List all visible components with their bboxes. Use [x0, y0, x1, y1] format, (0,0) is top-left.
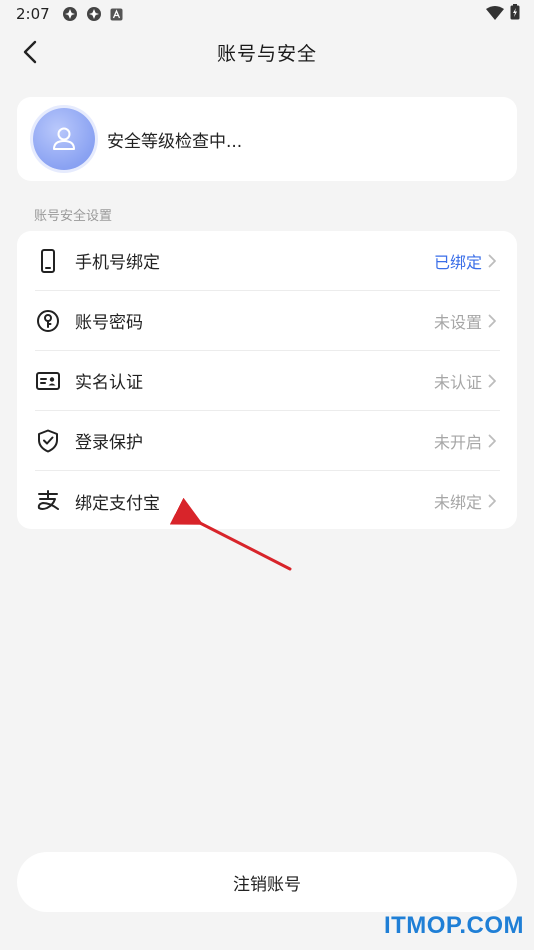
setting-row-phone-binding[interactable]: 手机号绑定 已绑定: [35, 231, 500, 291]
setting-label: 手机号绑定: [75, 253, 160, 273]
setting-status: 未开启: [433, 432, 482, 452]
id-card-icon: [35, 368, 61, 394]
setting-label: 登录保护: [75, 433, 143, 453]
chevron-left-icon: [23, 40, 37, 64]
back-button[interactable]: [14, 36, 46, 68]
chevron-right-icon: [488, 494, 500, 508]
status-time: 2:07: [16, 5, 50, 23]
setting-status: 已绑定: [433, 252, 482, 272]
setting-row-password[interactable]: 账号密码 未设置: [35, 291, 500, 351]
setting-label: 实名认证: [75, 373, 143, 393]
section-label: 账号安全设置: [34, 209, 113, 224]
setting-row-login-protection[interactable]: 登录保护 未开启: [35, 411, 500, 471]
phone-icon: [35, 248, 61, 274]
notification-app-icon: [62, 6, 78, 22]
account-security-settings: 手机号绑定 已绑定 账号密码 未设置 实名认证 未认证 登录保护 未开启 绑定支…: [17, 231, 517, 529]
setting-label: 绑定支付宝: [75, 493, 160, 514]
chevron-right-icon: [488, 374, 500, 388]
wifi-icon: [486, 5, 504, 24]
nav-bar: 账号与安全: [0, 28, 534, 76]
security-avatar: [33, 108, 95, 170]
notification-app-icon: [86, 6, 102, 22]
user-icon: [53, 127, 75, 150]
setting-status: 未绑定: [433, 493, 482, 512]
setting-row-real-name[interactable]: 实名认证 未认证: [35, 351, 500, 411]
security-status-text: 安全等级检查中...: [107, 131, 243, 152]
battery-charging-icon: [510, 4, 520, 24]
deregister-account-button[interactable]: 注销账号: [17, 852, 517, 912]
security-level-card: 安全等级检查中...: [17, 97, 517, 181]
watermark-logo: ITMOP.COM: [383, 912, 524, 939]
chevron-right-icon: [488, 254, 500, 268]
setting-label: 账号密码: [75, 313, 143, 333]
page-title: 账号与安全: [216, 42, 317, 65]
shield-check-icon: [35, 428, 61, 454]
chevron-right-icon: [488, 314, 500, 328]
key-icon: [35, 308, 61, 334]
setting-status: 未认证: [433, 372, 482, 392]
status-bar: 2:07: [0, 0, 534, 28]
keyboard-notification-icon: [110, 8, 123, 21]
alipay-icon: [35, 488, 61, 514]
setting-status: 未设置: [433, 312, 482, 332]
setting-row-bind-alipay[interactable]: 绑定支付宝 未绑定: [35, 471, 500, 531]
chevron-right-icon: [488, 434, 500, 448]
